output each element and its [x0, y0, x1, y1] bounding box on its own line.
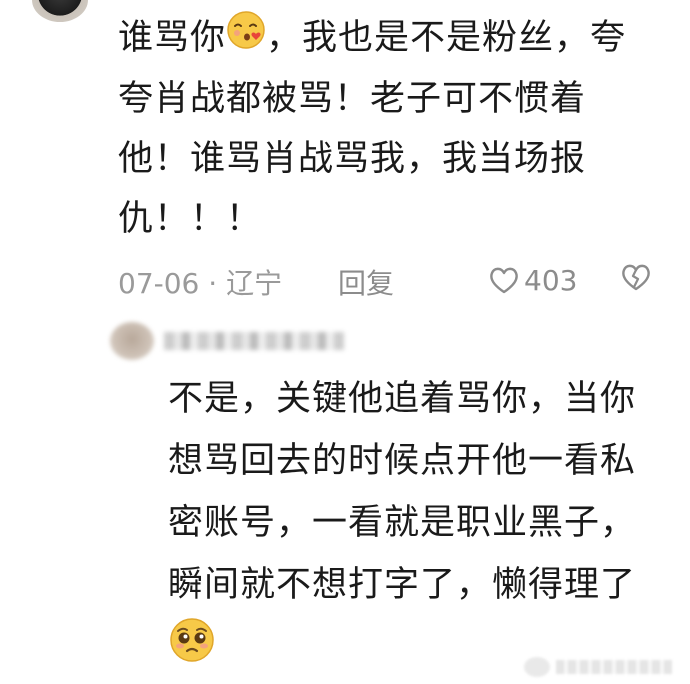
comment-meta: 07-06 · 辽宁 回复 403 — [118, 258, 658, 302]
comment-body: 谁骂你 ，我也是不是粉丝，夸 夸肖战都被骂！老子可不惯着 他！谁骂肖战骂我，我当… — [118, 8, 658, 249]
reply-line-4: 瞬间就不想打字了，懒得理了 — [168, 565, 637, 605]
watermark-logo-icon — [524, 657, 550, 677]
reply-button[interactable]: 回复 — [338, 262, 394, 302]
reply-username-redacted — [164, 332, 344, 350]
watermark-text-redacted — [556, 660, 672, 674]
reply-line-3: 密账号，一看就是职业黑子， — [168, 503, 637, 543]
dislike-button[interactable] — [620, 262, 652, 299]
comment-line-4: 仇！！！ — [118, 199, 263, 239]
reply-author[interactable] — [110, 318, 350, 362]
comment-line-1: 谁骂你 ，我也是不是粉丝，夸 — [118, 8, 658, 69]
reply-avatar[interactable] — [110, 322, 154, 360]
heart-icon — [488, 265, 520, 295]
commenter-avatar[interactable] — [32, 0, 88, 22]
comment-text-segment: 谁骂你 — [118, 18, 227, 58]
like-button[interactable]: 403 — [488, 258, 577, 302]
blowing-kiss-emoji-icon — [226, 9, 266, 69]
broken-heart-icon — [620, 264, 652, 299]
comment-date-location: 07-06 · 辽宁 — [118, 267, 283, 300]
reply-line-1: 不是，关键他追着骂你，当你 — [168, 379, 637, 419]
comment-text-segment: ，我也是不是粉丝，夸 — [266, 18, 627, 58]
comment-line-2: 夸肖战都被骂！老子可不惯着 — [118, 79, 587, 119]
reply-line-2: 想骂回去的时候点开他一看私 — [168, 441, 637, 481]
reply-body: 不是，关键他追着骂你，当你 想骂回去的时候点开他一看私 密账号，一看就是职业黑子… — [168, 368, 668, 684]
watermark — [524, 654, 672, 680]
comment-line-3: 他！谁骂肖战骂我，我当场报 — [118, 139, 587, 179]
like-count: 403 — [524, 263, 578, 297]
pleading-face-emoji-icon — [168, 616, 216, 684]
